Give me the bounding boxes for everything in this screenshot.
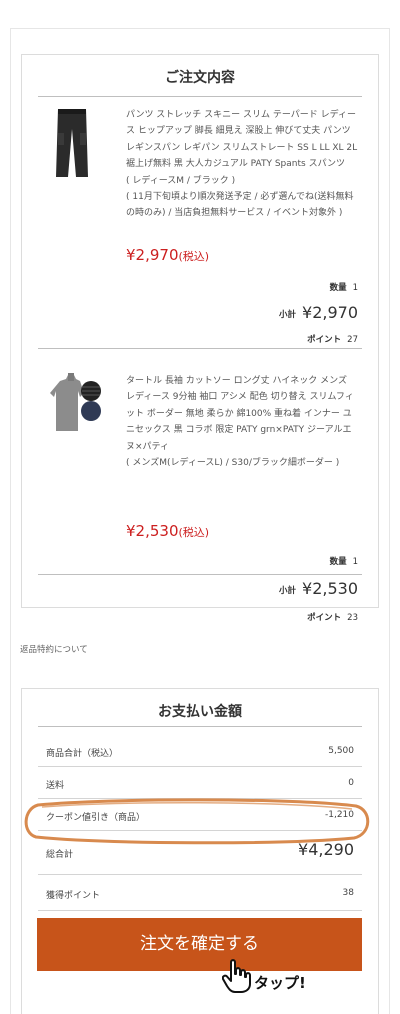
subtotal-label: 小計 — [279, 309, 297, 320]
payment-row-points: 獲得ポイント 38 — [38, 875, 362, 911]
payment-value: 0 — [348, 778, 354, 788]
item-description[interactable]: タートル 長袖 カットソー ロング丈 ハイネック メンズ レディース 9分袖 袖… — [126, 373, 358, 471]
item-subtotal: 小計 ¥2,970 — [279, 303, 358, 322]
payment-label: 獲得ポイント — [46, 891, 101, 901]
payment-value: 5,500 — [328, 746, 354, 756]
item-variant: ( レディースM / ブラック ) — [126, 175, 236, 186]
quantity-label: 数量 — [329, 557, 347, 567]
payment-label: クーポン値引き（商品） — [46, 813, 146, 823]
item-price-tax: (税込) — [178, 250, 210, 263]
item-name[interactable]: パンツ ストレッチ スキニー スリム テーパード レディース ヒップアップ 脚長… — [126, 107, 358, 173]
item-points: ポイント 27 — [307, 333, 358, 345]
payment-value: -1,210 — [324, 810, 354, 820]
points-value: 27 — [347, 335, 358, 345]
payment-title: お支払い金額 — [38, 701, 362, 727]
payment-row-coupon: クーポン値引き（商品） -1,210 — [38, 799, 362, 831]
returns-policy-link[interactable]: 返品特約について — [20, 643, 88, 655]
order-item: パンツ ストレッチ スキニー スリム テーパード レディース ヒップアップ 脚長… — [38, 97, 362, 349]
quantity-label: 数量 — [329, 283, 347, 293]
order-title: ご注文内容 — [38, 65, 362, 97]
quantity-value: 1 — [352, 283, 358, 293]
points-label: ポイント — [307, 613, 342, 623]
item-price-value: ¥2,970 — [126, 246, 179, 264]
item-quantity: 数量 1 — [330, 555, 358, 567]
payment-total-value: ¥4,290 — [298, 840, 354, 859]
payment-label: 送料 — [46, 781, 65, 791]
subtotal-value: ¥2,970 — [302, 303, 358, 322]
item-price: ¥2,970(税込) — [126, 246, 209, 264]
item-quantity: 数量 1 — [330, 281, 358, 293]
item-description[interactable]: パンツ ストレッチ スキニー スリム テーパード レディース ヒップアップ 脚長… — [126, 107, 358, 222]
payment-row-total: 総合計 ¥4,290 — [38, 831, 362, 875]
payment-value: 38 — [342, 888, 354, 898]
item-name[interactable]: タートル 長袖 カットソー ロング丈 ハイネック メンズ レディース 9分袖 袖… — [126, 373, 358, 455]
black-pants-icon[interactable] — [44, 107, 100, 179]
quantity-value: 1 — [352, 557, 358, 567]
tap-annotation-label: タップ! — [254, 974, 306, 992]
points-value: 23 — [347, 613, 358, 623]
payment-row-subtotal: 商品合計（税込） 5,500 — [38, 735, 362, 767]
payment-row-shipping: 送料 0 — [38, 767, 362, 799]
item-variant: ( メンズM(レディースL) / S30/ブラック細ボーダー ) — [126, 458, 340, 469]
confirm-order-button[interactable]: 注文を確定する — [37, 918, 362, 971]
turtleneck-shirt-icon[interactable] — [44, 373, 104, 433]
item-points: ポイント 23 — [307, 611, 358, 623]
item-price-value: ¥2,530 — [126, 522, 179, 540]
order-item: タートル 長袖 カットソー ロング丈 ハイネック メンズ レディース 9分袖 袖… — [38, 349, 362, 623]
payment-label: 商品合計（税込） — [46, 749, 119, 759]
subtotal-value: ¥2,530 — [302, 579, 358, 598]
points-label: ポイント — [307, 335, 342, 345]
subtotal-label: 小計 — [279, 585, 297, 596]
item-subtotal: 小計 ¥2,530 — [279, 579, 358, 598]
item-note: ( 11月下旬頃より順次発送予定 / 必ず選んでね(送料無料の時のみ) / 当店… — [126, 192, 354, 219]
item-price: ¥2,530(税込) — [126, 522, 209, 540]
pointing-hand-icon — [221, 958, 252, 994]
payment-label: 総合計 — [46, 850, 74, 860]
item-price-tax: (税込) — [178, 526, 210, 539]
order-contents-panel: ご注文内容 パンツ ストレッチ スキニー スリム テーパード レディース ヒップ… — [21, 54, 379, 623]
